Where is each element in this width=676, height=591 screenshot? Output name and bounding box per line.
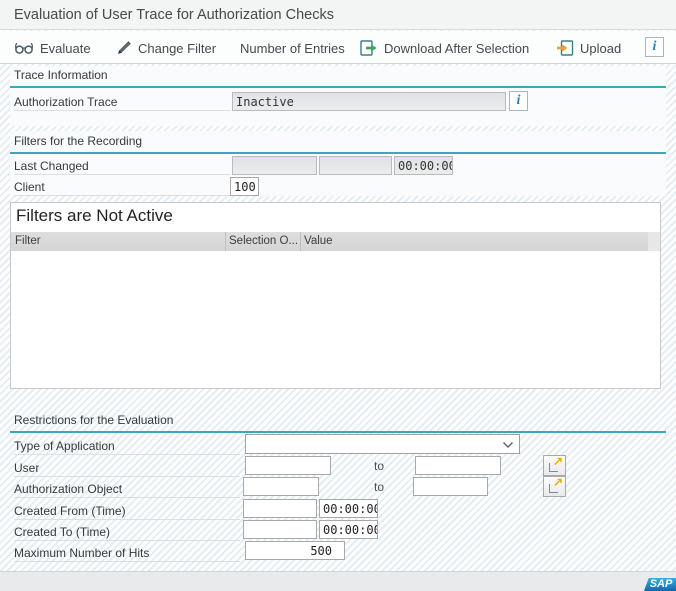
info-icon: i	[517, 94, 521, 108]
download-after-selection-label: Download After Selection	[384, 41, 529, 56]
trace-information-header: Trace Information	[10, 67, 666, 88]
column-separator	[225, 232, 226, 251]
authorization-object-label: Authorization Object	[14, 479, 240, 498]
created-from-time-field[interactable]: 00:00:00	[319, 499, 378, 518]
type-of-application-label: Type of Application	[14, 436, 240, 455]
table-header-corner	[648, 232, 660, 251]
chevron-down-icon	[502, 441, 514, 449]
authorization-object-to-label: to	[374, 480, 384, 494]
user-label: User	[14, 458, 240, 477]
authorization-object-from-field[interactable]	[243, 477, 319, 496]
created-from-date-field[interactable]	[243, 499, 317, 518]
upload-label: Upload	[580, 41, 621, 56]
download-after-selection-button[interactable]: Download After Selection	[360, 38, 529, 58]
trace-info-button[interactable]: i	[509, 91, 528, 111]
change-filter-label: Change Filter	[138, 41, 216, 56]
column-separator	[300, 232, 301, 251]
created-to-time-label: Created To (Time)	[14, 522, 240, 541]
last-changed-label: Last Changed	[14, 156, 230, 175]
filter-table: Filters are Not Active Filter Selection …	[10, 202, 661, 389]
glasses-icon	[14, 41, 34, 55]
multiple-selection-icon: ↗	[548, 459, 561, 472]
user-to-field[interactable]	[415, 456, 501, 475]
filter-table-header-row: Filter Selection O... Value	[11, 232, 660, 252]
last-changed-user-field	[319, 156, 392, 175]
sap-gui-screen: Evaluation of User Trace for Authorizati…	[0, 0, 676, 591]
pencil-icon	[116, 40, 132, 56]
number-of-entries-label: Number of Entries	[240, 41, 345, 56]
restrictions-header: Restrictions for the Evaluation	[10, 412, 666, 433]
column-header-value[interactable]: Value	[304, 235, 333, 247]
upload-button[interactable]: Upload	[556, 38, 621, 58]
authorization-object-multiple-selection-button[interactable]: ↗	[543, 476, 566, 497]
column-header-selection-option[interactable]: Selection O...	[229, 235, 298, 247]
last-changed-time-field: 00:00:00	[394, 156, 453, 175]
user-multiple-selection-button[interactable]: ↗	[543, 455, 566, 476]
client-label: Client	[14, 177, 230, 196]
created-to-time-field[interactable]: 00:00:00	[319, 520, 378, 539]
evaluate-label: Evaluate	[40, 41, 91, 56]
maximum-number-of-hits-label: Maximum Number of Hits	[14, 543, 240, 562]
created-to-date-field[interactable]	[243, 520, 317, 539]
application-toolbar: Evaluate Change Filter Number of Entries	[0, 31, 676, 64]
multiple-selection-icon: ↗	[548, 480, 561, 493]
authorization-object-to-field[interactable]	[413, 477, 488, 496]
filters-not-active-title: Filters are Not Active	[16, 206, 173, 226]
type-of-application-dropdown[interactable]	[245, 434, 520, 454]
filter-table-body	[11, 251, 660, 388]
evaluate-button[interactable]: Evaluate	[14, 38, 91, 58]
sap-logo: SAP	[644, 578, 676, 591]
status-bar	[0, 571, 676, 591]
change-filter-button[interactable]: Change Filter	[116, 38, 216, 58]
info-icon: i	[653, 40, 657, 54]
user-from-field[interactable]	[245, 456, 331, 475]
column-header-filter[interactable]: Filter	[15, 235, 41, 247]
toolbar-info-button[interactable]: i	[645, 37, 664, 57]
maximum-number-of-hits-field[interactable]: 500	[245, 541, 345, 560]
window-titlebar: Evaluation of User Trace for Authorizati…	[0, 0, 676, 30]
created-from-time-label: Created From (Time)	[14, 501, 240, 520]
user-to-label: to	[374, 459, 384, 473]
authorization-trace-label: Authorization Trace	[14, 92, 230, 111]
page-title: Evaluation of User Trace for Authorizati…	[14, 7, 334, 23]
number-of-entries-button[interactable]: Number of Entries	[240, 38, 345, 58]
upload-document-icon	[556, 40, 574, 56]
filters-recording-header: Filters for the Recording	[10, 133, 666, 154]
authorization-trace-field: Inactive	[232, 92, 506, 111]
client-field[interactable]: 100	[230, 177, 259, 196]
last-changed-date-field	[232, 156, 317, 175]
download-document-icon	[360, 40, 378, 56]
